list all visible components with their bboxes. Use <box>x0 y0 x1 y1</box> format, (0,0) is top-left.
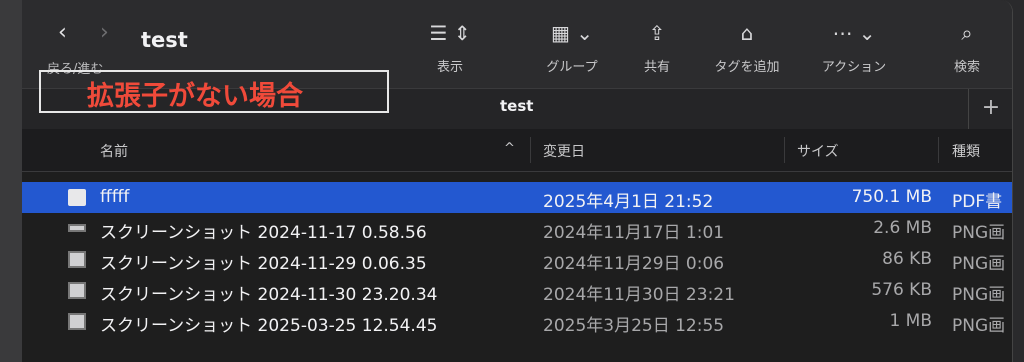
file-name: fffff <box>100 187 130 207</box>
share-button[interactable]: ⇪ 共有 <box>632 18 682 75</box>
document-icon <box>68 189 86 206</box>
add-tag-label: タグを追加 <box>714 60 780 75</box>
action-button[interactable]: ⋯ ⌄ アクション <box>804 18 904 75</box>
column-size[interactable]: サイズ <box>797 141 839 161</box>
file-size: 86 KB <box>882 249 932 269</box>
file-row[interactable]: スクリーンショット 2024-11-17 0.58.56 2024年11月17日… <box>22 213 1012 244</box>
group-icon: ▦ ⌄ <box>550 21 593 45</box>
action-label: アクション <box>821 60 887 75</box>
file-date: 2025年4月1日 21:52 <box>543 192 714 212</box>
add-tag-button[interactable]: ⌂ タグを追加 <box>702 18 792 75</box>
group-label: グループ <box>546 60 598 75</box>
file-name: スクリーンショット 2024-11-30 23.20.34 <box>100 285 438 305</box>
annotation-text: 拡張子がない場合 <box>87 81 303 112</box>
column-divider[interactable] <box>530 137 531 163</box>
share-label: 共有 <box>643 60 670 75</box>
file-date: 2025年3月25日 12:55 <box>543 316 725 336</box>
file-date: 2024年11月30日 23:21 <box>543 285 735 305</box>
file-row[interactable]: スクリーンショット 2025-03-25 12.54.45 2025年3月25日… <box>22 306 1012 337</box>
view-label: 表示 <box>436 60 463 75</box>
file-size: 1 MB <box>889 311 932 331</box>
column-header: 名前 ^ 変更日 サイズ 種類 <box>22 129 1012 172</box>
image-icon <box>68 313 86 330</box>
file-kind: PNG画 <box>952 285 1006 305</box>
back-button[interactable]: ‹ <box>58 20 67 45</box>
screen: ‹ › 戻る/進む test ☰ ⇕ 表示 ▦ ⌄ グループ ⇪ 共有 ⌂ タグ… <box>0 0 1024 362</box>
file-row[interactable]: fffff 2025年4月1日 21:52 750.1 MB PDF書 <box>22 182 1012 213</box>
action-icon: ⋯ ⌄ <box>832 21 876 45</box>
sort-chevron-icon: ^ <box>504 141 515 156</box>
search-icon: ⌕ <box>961 21 973 45</box>
finder-window: ‹ › 戻る/進む test ☰ ⇕ 表示 ▦ ⌄ グループ ⇪ 共有 ⌂ タグ… <box>22 0 1013 362</box>
view-button[interactable]: ☰ ⇕ 表示 <box>420 18 480 75</box>
column-name[interactable]: 名前 <box>100 141 128 161</box>
tab-test[interactable]: test <box>500 97 533 115</box>
column-divider[interactable] <box>938 137 939 163</box>
file-size: 2.6 MB <box>873 218 932 238</box>
file-name: スクリーンショット 2024-11-29 0.06.35 <box>100 254 427 274</box>
file-kind: PNG画 <box>952 223 1006 243</box>
column-date[interactable]: 変更日 <box>543 141 585 161</box>
file-row[interactable]: スクリーンショット 2024-11-30 23.20.34 2024年11月30… <box>22 275 1012 306</box>
desktop-edge <box>0 0 22 362</box>
column-divider[interactable] <box>784 137 785 163</box>
list-view-icon: ☰ ⇕ <box>429 21 471 45</box>
column-kind[interactable]: 種類 <box>952 141 980 161</box>
file-date: 2024年11月29日 0:06 <box>543 254 725 274</box>
file-name: スクリーンショット 2025-03-25 12.54.45 <box>100 316 438 336</box>
file-date: 2024年11月17日 1:01 <box>543 223 725 243</box>
search-button[interactable]: ⌕ 検索 <box>942 18 992 75</box>
file-kind: PNG画 <box>952 316 1006 336</box>
search-label: 検索 <box>953 60 980 75</box>
image-icon <box>68 251 86 268</box>
file-size: 750.1 MB <box>851 187 932 207</box>
file-list: fffff 2025年4月1日 21:52 750.1 MB PDF書 スクリー… <box>22 182 1012 337</box>
file-kind: PNG画 <box>952 254 1006 274</box>
image-icon <box>68 282 86 299</box>
tag-icon: ⌂ <box>740 21 754 45</box>
share-icon: ⇪ <box>648 21 666 45</box>
file-name: スクリーンショット 2024-11-17 0.58.56 <box>100 223 427 243</box>
image-icon <box>68 224 86 232</box>
file-row[interactable]: スクリーンショット 2024-11-29 0.06.35 2024年11月29日… <box>22 244 1012 275</box>
file-size: 576 KB <box>871 280 932 300</box>
forward-button[interactable]: › <box>100 20 109 45</box>
file-kind: PDF書 <box>952 192 1003 212</box>
window-title: test <box>141 28 188 52</box>
add-tab-button[interactable]: + <box>968 89 1012 129</box>
group-button[interactable]: ▦ ⌄ グループ <box>532 18 612 75</box>
